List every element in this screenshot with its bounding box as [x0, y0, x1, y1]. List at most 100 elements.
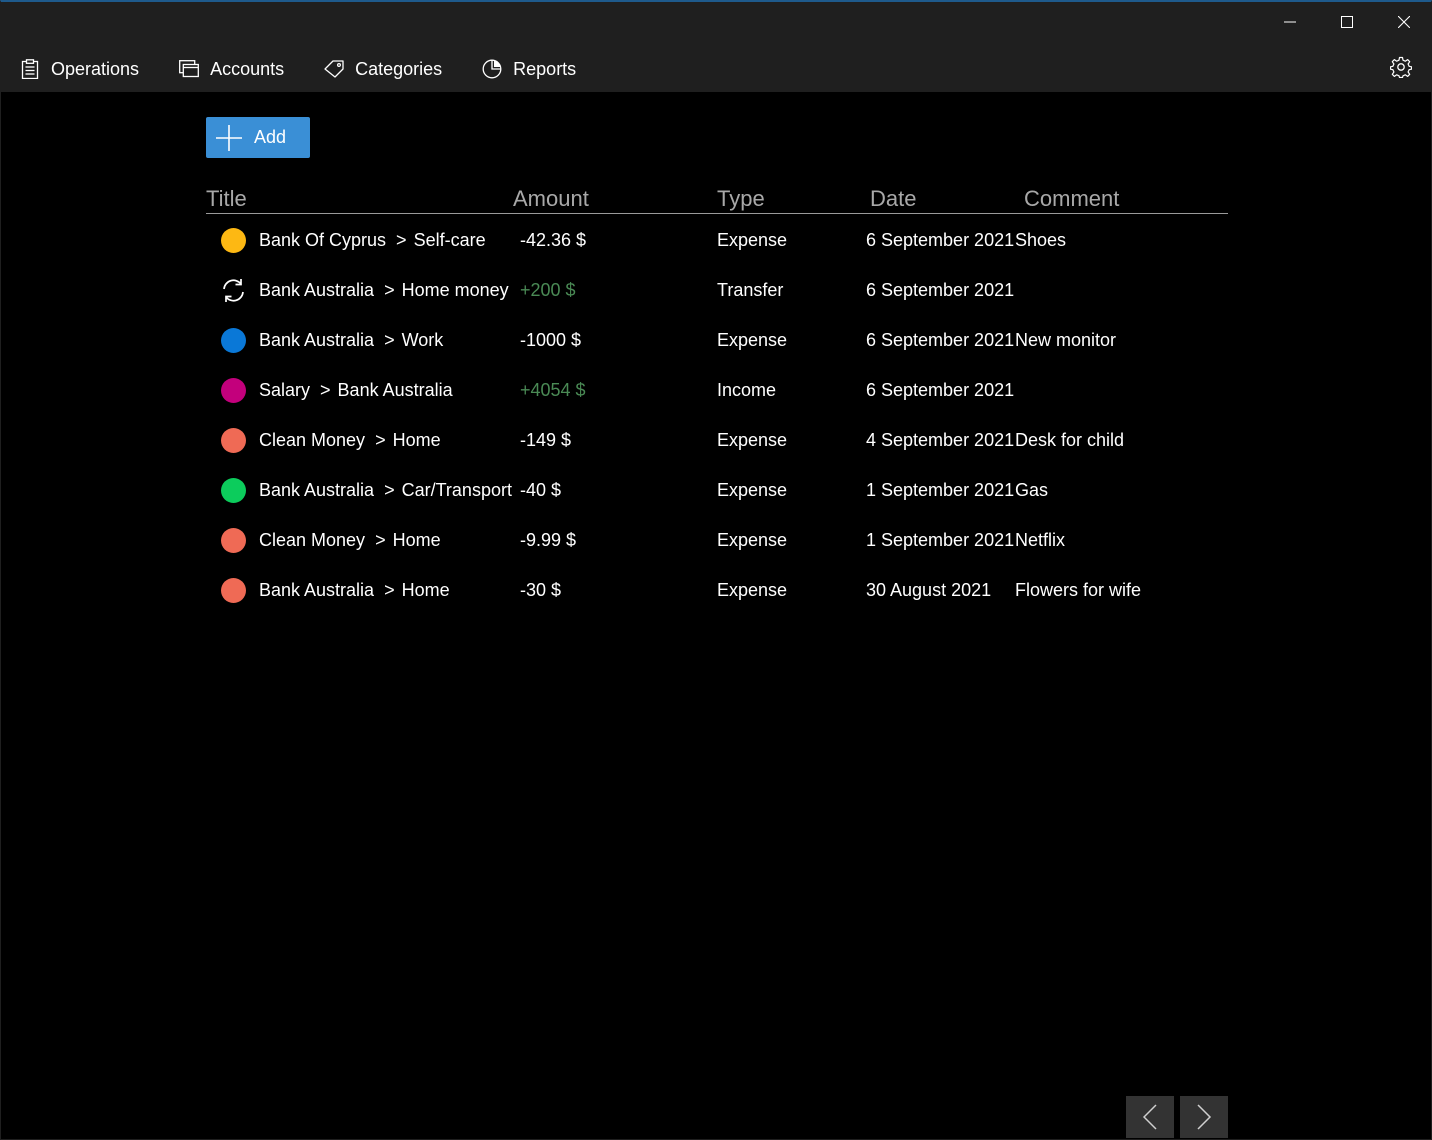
operation-date: 30 August 2021 — [866, 580, 992, 600]
operation-type: Transfer — [717, 280, 784, 300]
operation-date: 6 September 2021 — [866, 230, 1015, 250]
arrow-separator: > — [384, 580, 395, 600]
chevron-left-icon — [1142, 1104, 1157, 1130]
column-header-type[interactable]: Type — [717, 186, 765, 212]
account-color-dot — [221, 428, 246, 453]
operation-title: Clean Money > Home — [259, 530, 441, 551]
table-row[interactable]: Bank Australia > Home money +200 $ Transfer 6… — [206, 266, 1228, 316]
operation-amount: +4054 $ — [520, 380, 586, 400]
column-header-title[interactable]: Title — [206, 186, 247, 212]
next-page-button[interactable] — [1180, 1096, 1228, 1138]
account-color-dot — [221, 478, 246, 503]
table-row[interactable]: Clean Money > Home -9.99 $ Expense 1 Septembe… — [206, 516, 1228, 566]
target-category: Home — [392, 530, 441, 550]
operation-amount: +200 $ — [520, 280, 576, 300]
account-color-dot — [221, 328, 246, 353]
close-icon — [1397, 16, 1410, 28]
operation-type: Expense — [717, 230, 788, 250]
nav-item-operations[interactable]: Operations — [20, 52, 139, 86]
minimize-icon — [1283, 21, 1296, 23]
table-row[interactable]: Bank Australia > Work -1000 $ Expense 6 Septe… — [206, 316, 1228, 366]
accounts-icon — [179, 59, 200, 79]
account-color-dot — [221, 228, 246, 253]
clipboard-icon — [20, 59, 40, 79]
chevron-right-icon — [1197, 1104, 1212, 1130]
target-category: Home — [392, 430, 441, 450]
operation-amount: -42.36 $ — [520, 230, 587, 250]
table-row[interactable]: Bank Australia > Home -30 $ Expense 30 August… — [206, 566, 1228, 616]
table-row[interactable]: Bank Of Cyprus > Self-care -42.36 $ Expense 6… — [206, 216, 1228, 266]
transfer-icon — [223, 279, 244, 302]
target-category: Home money — [401, 280, 509, 300]
operation-date: 6 September 2021 — [866, 280, 1015, 300]
arrow-separator: > — [320, 380, 331, 400]
nav-item-reports[interactable]: Reports — [482, 52, 576, 86]
operation-title: Salary > Bank Australia — [259, 380, 453, 401]
operation-type: Expense — [717, 530, 788, 550]
column-header-amount[interactable]: Amount — [513, 186, 589, 212]
target-category: Car/Transport — [401, 480, 512, 500]
table-row[interactable]: Bank Australia > Car/Transport -40 $ Expense… — [206, 466, 1228, 516]
operation-title: Bank Australia > Work — [259, 330, 443, 351]
target-category: Home — [401, 580, 450, 600]
operation-comment: Flowers for wife — [1015, 580, 1142, 600]
previous-page-button[interactable] — [1126, 1096, 1174, 1138]
table-body: Bank Of Cyprus > Self-care -42.36 $ Expense 6… — [206, 216, 1228, 616]
operation-amount: -30 $ — [520, 580, 562, 600]
nav-item-label: Reports — [513, 58, 577, 79]
operation-type: Expense — [717, 580, 788, 600]
source-account: Bank Australia — [259, 280, 375, 300]
operation-amount: -149 $ — [520, 430, 572, 450]
table-row[interactable]: Salary > Bank Australia +4054 $ Income 6 Sept… — [206, 366, 1228, 416]
operation-comment: Shoes — [1015, 230, 1067, 250]
operation-date: 4 September 2021 — [866, 430, 1015, 450]
nav-item-label: Operations — [51, 58, 140, 79]
operation-title: Bank Australia > Home — [259, 580, 450, 601]
target-category: Self-care — [413, 230, 486, 250]
arrow-separator: > — [384, 330, 395, 350]
close-button[interactable] — [1375, 2, 1432, 42]
operation-title: Bank Of Cyprus > Self-care — [259, 230, 486, 251]
maximize-button[interactable] — [1318, 2, 1375, 42]
operation-title: Clean Money > Home — [259, 430, 441, 451]
arrow-separator: > — [384, 280, 395, 300]
operation-type: Expense — [717, 480, 788, 500]
operation-date: 1 September 2021 — [866, 530, 1015, 550]
operation-comment: New monitor — [1015, 330, 1117, 350]
nav-item-label: Categories — [355, 58, 443, 79]
settings-button[interactable] — [1389, 56, 1413, 79]
operation-type: Income — [717, 380, 777, 400]
window-controls — [1261, 2, 1432, 42]
operation-amount: -1000 $ — [520, 330, 582, 350]
source-account: Bank Australia — [259, 580, 375, 600]
arrow-separator: > — [375, 530, 386, 550]
table-header: Title Amount Type Date Comment — [206, 183, 1228, 214]
source-account: Bank Australia — [259, 480, 375, 500]
column-header-date[interactable]: Date — [870, 186, 916, 212]
source-account: Clean Money — [259, 430, 366, 450]
column-header-comment[interactable]: Comment — [1024, 186, 1119, 212]
arrow-separator: > — [396, 230, 407, 250]
pie-chart-icon — [482, 59, 502, 79]
minimize-button[interactable] — [1261, 2, 1318, 42]
account-color-dot — [221, 378, 246, 403]
operation-comment: Netflix — [1015, 530, 1066, 550]
target-category: Work — [401, 330, 444, 350]
operation-title: Bank Australia > Car/Transport — [259, 480, 512, 501]
operation-comment: Gas — [1015, 480, 1049, 500]
title-bar: Operations Accounts Categories Reports — [0, 0, 1432, 92]
nav-item-categories[interactable]: Categories — [324, 52, 442, 86]
operation-amount: -9.99 $ — [520, 530, 577, 550]
tag-icon — [324, 59, 344, 79]
operations-table: Title Amount Type Date Comment Bank Of C… — [206, 183, 1228, 616]
table-row[interactable]: Clean Money > Home -149 $ Expense 4 September… — [206, 416, 1228, 466]
source-account: Clean Money — [259, 530, 366, 550]
gear-icon — [1389, 56, 1413, 79]
add-button-label: Add — [254, 127, 287, 147]
account-color-dot — [221, 528, 246, 553]
add-button[interactable]: Add — [206, 117, 310, 158]
operation-title: Bank Australia > Home money — [259, 280, 509, 301]
source-account: Salary — [259, 380, 311, 400]
nav-item-accounts[interactable]: Accounts — [179, 52, 284, 86]
operation-comment: Desk for child — [1015, 430, 1125, 450]
